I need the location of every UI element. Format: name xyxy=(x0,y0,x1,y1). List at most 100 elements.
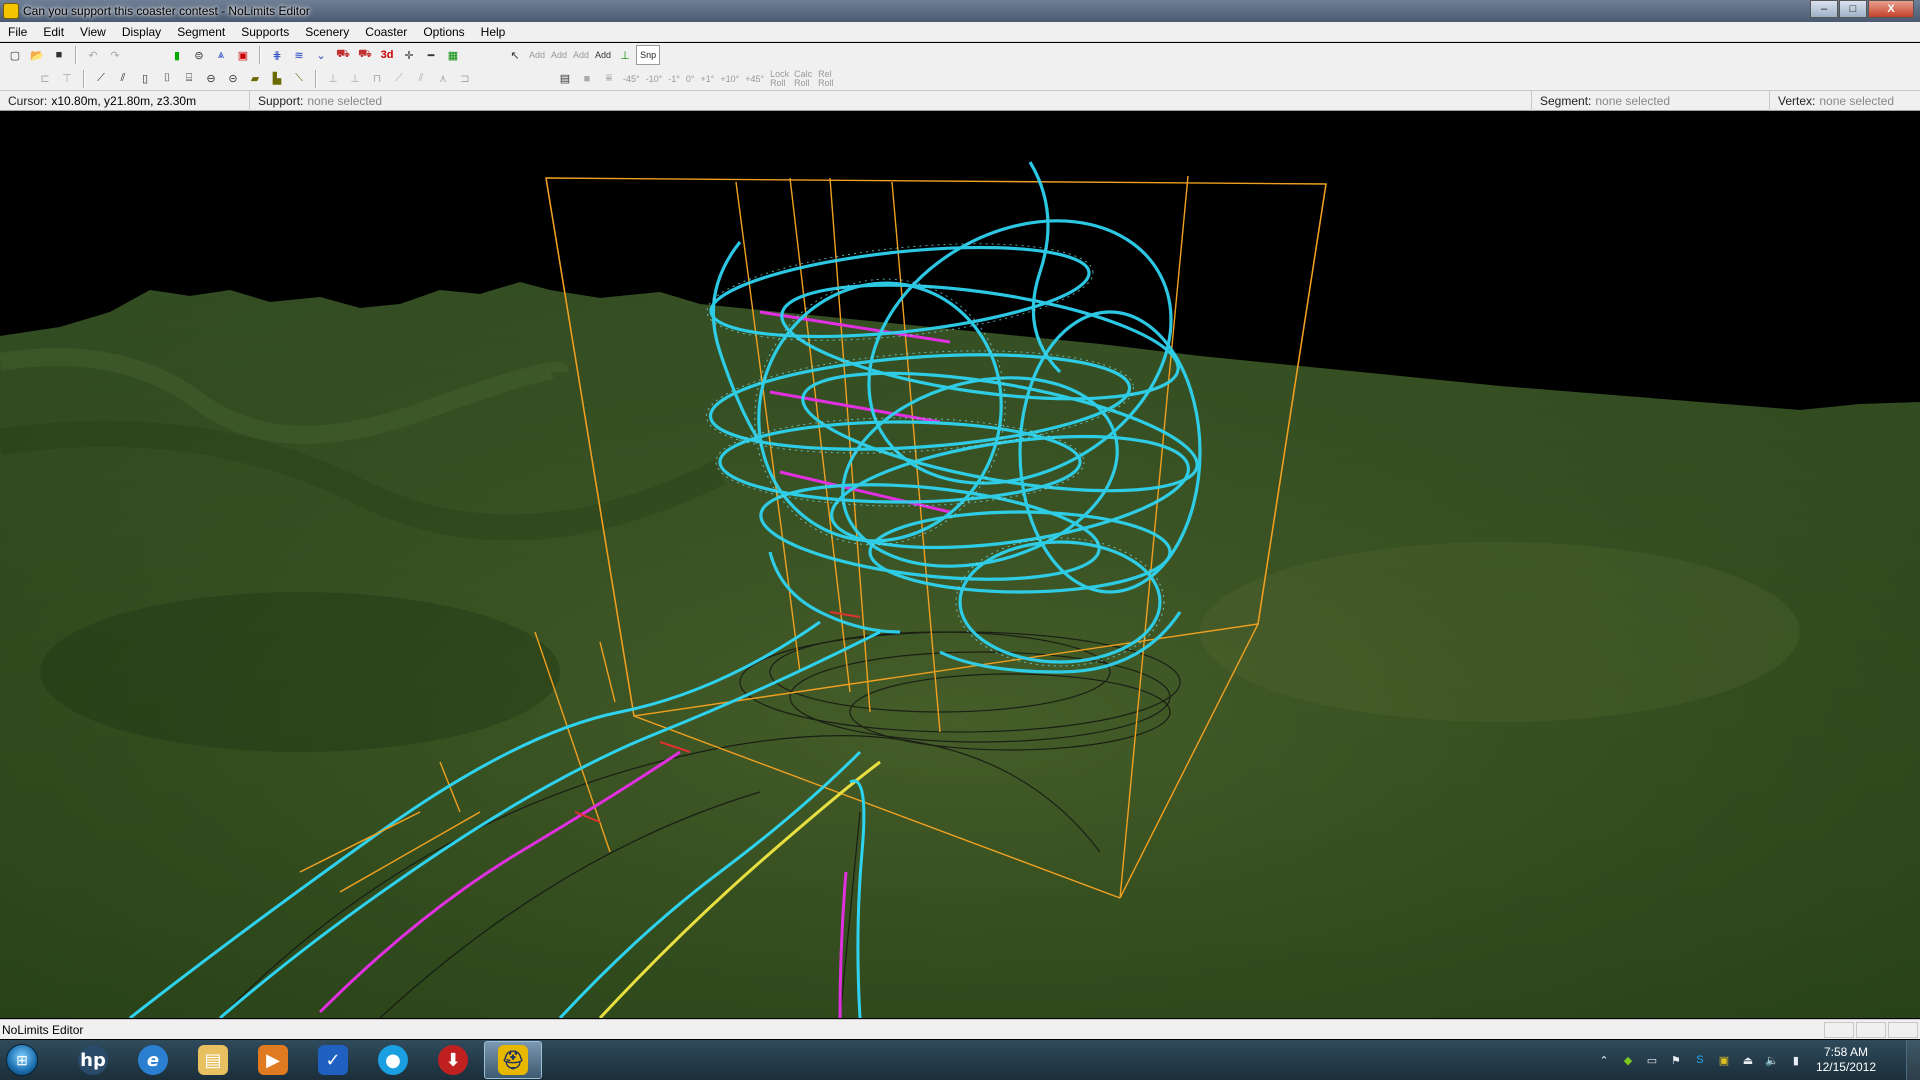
menu-options[interactable]: Options xyxy=(415,22,472,42)
pillar-icon[interactable]: ▯ xyxy=(135,69,155,89)
select-pointer-icon[interactable]: ↖ xyxy=(505,45,525,65)
maximize-button[interactable]: □ xyxy=(1839,0,1867,18)
nolimits-icon: ⛑ xyxy=(498,1045,528,1075)
crosshair-icon[interactable]: ✛ xyxy=(399,45,419,65)
menu-help[interactable]: Help xyxy=(473,22,514,42)
taskbar-globe[interactable]: ● xyxy=(364,1041,422,1079)
taskbar-hp[interactable]: hp xyxy=(64,1041,122,1079)
ground-patch xyxy=(1200,542,1800,722)
roll-plus-10-button[interactable]: +10° xyxy=(717,69,742,89)
cylinder-b-icon[interactable]: ⌸ xyxy=(179,69,199,89)
clock[interactable]: 7:58 AM 12/15/2012 xyxy=(1816,1045,1876,1075)
usb-icon[interactable]: ⏏ xyxy=(1740,1052,1756,1068)
footer-c-icon[interactable]: ⊓ xyxy=(367,69,387,89)
t-support-icon[interactable]: ⊤ xyxy=(57,69,77,89)
footer-icon[interactable]: ⊥ xyxy=(615,45,635,65)
plank-icon[interactable]: ▰ xyxy=(245,69,265,89)
menu-coaster[interactable]: Coaster xyxy=(357,22,415,42)
double-diagonal-icon[interactable]: ⫽ xyxy=(113,69,133,89)
close-button[interactable]: X xyxy=(1868,0,1914,18)
menu-segment[interactable]: Segment xyxy=(169,22,233,42)
footer-g-icon[interactable]: ⊐ xyxy=(455,69,475,89)
window-icon[interactable]: ▤ xyxy=(555,69,575,89)
open-folder-icon[interactable]: 📂 xyxy=(27,45,47,65)
lock-roll-button[interactable]: Lock Roll xyxy=(767,69,791,89)
roll-zero-button[interactable]: 0° xyxy=(683,69,698,89)
roll-minus-1-button[interactable]: -1° xyxy=(665,69,683,89)
network-icon[interactable]: ▭ xyxy=(1644,1052,1660,1068)
3d-view-button[interactable]: 3d xyxy=(377,45,397,65)
train-icon[interactable]: ⛟ xyxy=(333,45,353,65)
nvidia-icon[interactable]: ◆ xyxy=(1620,1052,1636,1068)
3d-viewport[interactable] xyxy=(0,112,1920,1018)
taskbar-red-app[interactable]: ⬇ xyxy=(424,1041,482,1079)
footer-b-icon[interactable]: ⊥ xyxy=(345,69,365,89)
save-icon[interactable]: ■ xyxy=(49,45,69,65)
hp-icon: hp xyxy=(78,1045,108,1075)
add-footer-button[interactable]: Add xyxy=(592,45,614,65)
show-desktop-button[interactable] xyxy=(1906,1040,1920,1080)
minus-icon[interactable]: ━ xyxy=(421,45,441,65)
tray-expand-icon[interactable]: ⌃ xyxy=(1596,1052,1612,1068)
menu-scenery[interactable]: Scenery xyxy=(297,22,357,42)
menu-file[interactable]: File xyxy=(0,22,35,42)
ramp-icon[interactable]: ⟍ xyxy=(289,69,309,89)
globe-icon: ● xyxy=(378,1045,408,1075)
station-icon[interactable]: ▮ xyxy=(167,45,187,65)
track-view-icon[interactable]: ≋ xyxy=(289,45,309,65)
calc-roll-button[interactable]: Calc Roll xyxy=(791,69,815,89)
snap-button[interactable]: Snp xyxy=(636,45,661,65)
roll-minus-10-button[interactable]: -10° xyxy=(643,69,666,89)
add-segment-button[interactable]: Add xyxy=(526,45,548,65)
taskbar-check[interactable]: ✓ xyxy=(304,1041,362,1079)
start-button[interactable]: ⊞ xyxy=(0,1040,44,1080)
signal-icon[interactable]: ▮ xyxy=(1788,1052,1804,1068)
align-icon[interactable]: ⩸ xyxy=(599,69,619,89)
menu-edit[interactable]: Edit xyxy=(35,22,72,42)
block-icon[interactable]: ▙ xyxy=(267,69,287,89)
roll-plus-1-button[interactable]: +1° xyxy=(697,69,717,89)
add-vertex-button[interactable]: Add xyxy=(548,45,570,65)
cylinder-c-icon[interactable]: ⊖ xyxy=(201,69,221,89)
fill-icon[interactable]: ■ xyxy=(577,69,597,89)
test-run-icon[interactable]: ⊜ xyxy=(189,45,209,65)
train-alt-icon[interactable]: ⛟ xyxy=(355,45,375,65)
terrain-icon[interactable]: ▣ xyxy=(233,45,253,65)
cylinder-d-icon[interactable]: ⊝ xyxy=(223,69,243,89)
new-file-icon[interactable]: ▢ xyxy=(5,45,25,65)
beam-icon[interactable]: ⊏ xyxy=(35,69,55,89)
menu-supports[interactable]: Supports xyxy=(233,22,297,42)
taskbar-nolimits[interactable]: ⛑ xyxy=(484,1041,542,1079)
taskbar-ie[interactable]: e xyxy=(124,1041,182,1079)
status-bar: NoLimits Editor xyxy=(0,1019,1920,1039)
roll-plus-45-button[interactable]: +45° xyxy=(742,69,767,89)
toolbar-separator xyxy=(259,46,261,64)
minimize-button[interactable]: – xyxy=(1810,0,1838,18)
roll-minus-45-button[interactable]: -45° xyxy=(620,69,643,89)
undo-icon[interactable]: ↶ xyxy=(83,45,103,65)
skype-icon[interactable]: S xyxy=(1692,1052,1708,1068)
cylinder-icon[interactable]: ⌷ xyxy=(157,69,177,89)
rel-roll-button[interactable]: Rel Roll xyxy=(815,69,839,89)
menu-display[interactable]: Display xyxy=(114,22,169,42)
taskbar-explorer[interactable]: ▤ xyxy=(184,1041,242,1079)
footer-a-icon[interactable]: ⊥ xyxy=(323,69,343,89)
menu-view[interactable]: View xyxy=(72,22,114,42)
track-down-icon[interactable]: ⌄ xyxy=(311,45,331,65)
grid-toggle-icon[interactable]: ▦ xyxy=(443,45,463,65)
footer-d-icon[interactable]: ⟋ xyxy=(389,69,409,89)
diagonal-icon[interactable]: ⟋ xyxy=(91,69,111,89)
redo-icon[interactable]: ↷ xyxy=(105,45,125,65)
title-bar[interactable]: Can you support this coaster contest - N… xyxy=(0,0,1920,22)
add-support-button[interactable]: Add xyxy=(570,45,592,65)
footer-e-icon[interactable]: ⫽ xyxy=(411,69,431,89)
segment-readout: Segment: none selected xyxy=(1532,90,1770,111)
supports-icon[interactable]: ⩓ xyxy=(211,45,231,65)
action-center-flag-icon[interactable]: ⚑ xyxy=(1668,1052,1684,1068)
support-label: Support: xyxy=(258,93,304,108)
taskbar-media[interactable]: ▶ xyxy=(244,1041,302,1079)
grid-icon[interactable]: ⋕ xyxy=(267,45,287,65)
footer-f-icon[interactable]: ⋏ xyxy=(433,69,453,89)
volume-icon[interactable]: 🔈 xyxy=(1764,1052,1780,1068)
security-icon[interactable]: ▣ xyxy=(1716,1052,1732,1068)
